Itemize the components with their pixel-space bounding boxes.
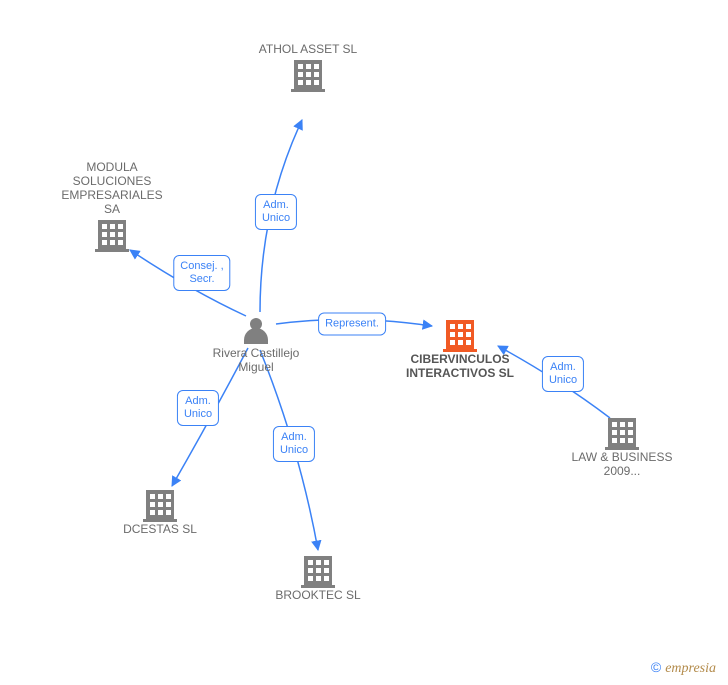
building-icon <box>146 490 174 520</box>
building-icon <box>608 418 636 448</box>
node-company-law-business[interactable]: LAW & BUSINESS 2009... <box>562 418 682 478</box>
diagram-stage: Adm. Unico Consej. , Secr. Adm. Unico Ad… <box>0 0 728 685</box>
company-name: ATHOL ASSET SL <box>248 42 368 56</box>
building-icon <box>304 556 332 586</box>
person-icon <box>244 318 268 344</box>
watermark: © empresia <box>651 659 716 677</box>
company-name: CIBERVINCULOS INTERACTIVOS SL <box>400 352 520 380</box>
edge-label-athol: Adm. Unico <box>255 194 297 230</box>
edge-label-modula: Consej. , Secr. <box>173 255 230 291</box>
company-name: DCESTAS SL <box>100 522 220 536</box>
node-company-brooktec[interactable]: BROOKTEC SL <box>258 556 378 602</box>
building-icon <box>294 60 322 90</box>
copyright-symbol: © <box>651 659 661 675</box>
watermark-brand: empresia <box>665 661 716 676</box>
company-name: MODULA SOLUCIONES EMPRESARIALES SA <box>52 160 172 216</box>
node-company-dcestas[interactable]: DCESTAS SL <box>100 490 220 536</box>
edge-label-represent: Represent. <box>318 313 386 336</box>
edge-label-law: Adm. Unico <box>542 356 584 392</box>
company-name: LAW & BUSINESS 2009... <box>562 450 682 478</box>
node-company-modula[interactable]: MODULA SOLUCIONES EMPRESARIALES SA <box>52 158 172 250</box>
edge-label-brooktec: Adm. Unico <box>273 426 315 462</box>
node-company-cibervinculos[interactable]: CIBERVINCULOS INTERACTIVOS SL <box>400 320 520 380</box>
edge-label-dcestas: Adm. Unico <box>177 390 219 426</box>
company-name: BROOKTEC SL <box>258 588 378 602</box>
node-person-rivera[interactable]: Rivera Castillejo Miguel <box>196 318 316 374</box>
building-icon <box>98 220 126 250</box>
person-name: Rivera Castillejo Miguel <box>196 346 316 374</box>
node-company-athol[interactable]: ATHOL ASSET SL <box>248 40 368 90</box>
building-icon <box>446 320 474 350</box>
